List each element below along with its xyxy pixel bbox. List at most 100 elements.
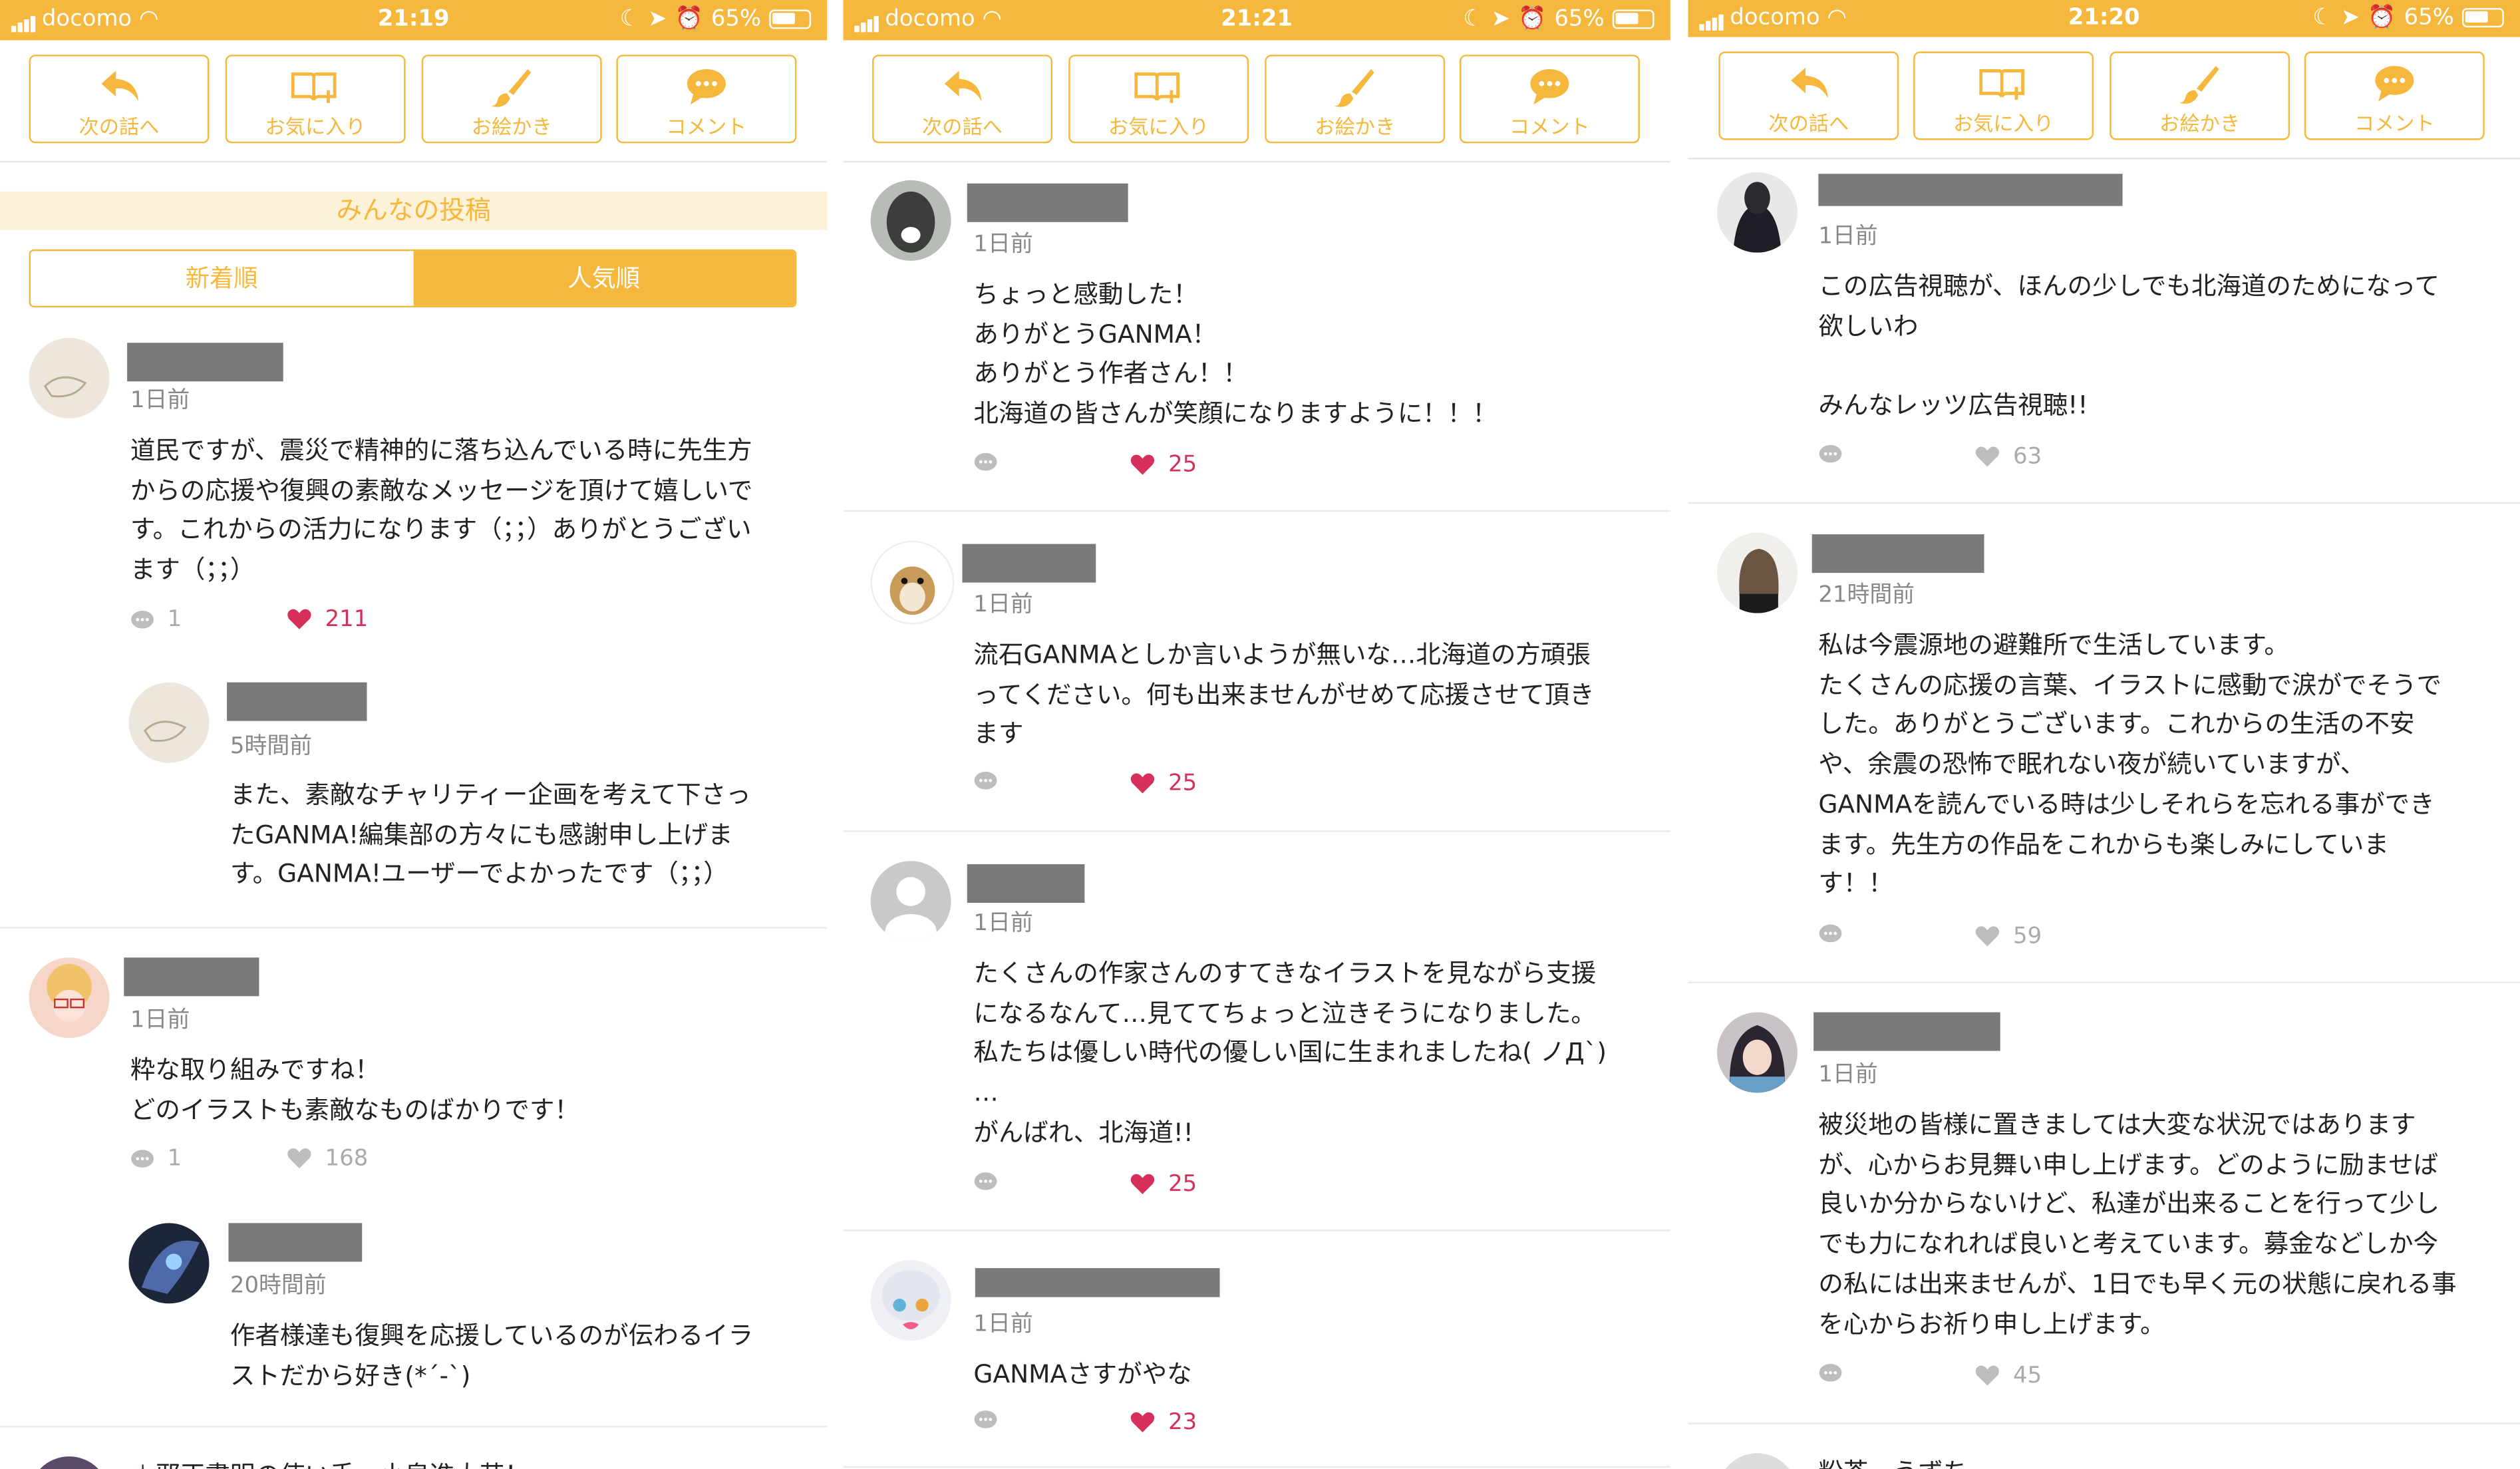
like-button[interactable]: 59: [1974, 923, 2042, 949]
battery-icon: [2461, 8, 2504, 28]
divider: [1688, 502, 2520, 504]
comment-text: 流石GANMAとしか言いようが無いな…北海道の方頑張 ってください。何も出来ませ…: [973, 640, 1595, 749]
like-button[interactable]: 63: [1974, 444, 2042, 470]
reply-button[interactable]: [973, 452, 997, 473]
reply-count[interactable]: 1: [130, 607, 182, 633]
heart-icon: [287, 609, 311, 629]
avatar[interactable]: [870, 180, 951, 261]
moon-icon: ☾: [619, 6, 641, 33]
like-button[interactable]: 45: [1974, 1363, 2042, 1389]
reply-button[interactable]: [1818, 444, 1842, 465]
avatar[interactable]: [29, 1456, 110, 1469]
comment-text: この広告視聴が、ほんの少しでも北海道のためになって 欲しいわ みんなレッツ広告視…: [1818, 271, 2440, 420]
avatar[interactable]: [870, 540, 955, 625]
timestamp: 1日前: [130, 1007, 190, 1033]
default-avatar-icon[interactable]: [870, 861, 951, 942]
timestamp: 1日前: [973, 1311, 1033, 1338]
status-bar: docomo ◠ 21:19 ☾ ➤ ⏰ 65%: [0, 0, 828, 41]
favorite-button[interactable]: お気に入り: [1913, 51, 2094, 140]
battery-percent: 65%: [1554, 6, 1605, 33]
comment-text: 粋な取り組みですね！ どのイラストも素敵なものばかりです！: [130, 1055, 579, 1125]
comment-text: 道民ですが、震災で精神的に落ち込んでいる時に先生方 からの応援や復興の素敵なメッ…: [130, 436, 753, 585]
reply-button[interactable]: [973, 1172, 997, 1192]
heart-icon: [1130, 1412, 1155, 1432]
avatar[interactable]: [29, 957, 110, 1039]
username-redacted: [967, 183, 1128, 222]
section-title: みんなの投稿: [0, 191, 828, 230]
avatar[interactable]: [29, 337, 110, 418]
next-episode-button[interactable]: 次の話へ: [1718, 51, 1899, 140]
like-button[interactable]: 25: [1130, 1172, 1197, 1198]
comment-button[interactable]: コメント: [2304, 51, 2485, 140]
screen-1: docomo ◠ 21:19 ☾ ➤ ⏰ 65% 次の話へ お気に入り お絵かき コメ…: [0, 0, 828, 1469]
tab-popular[interactable]: 人気順: [412, 251, 795, 306]
speech-bubble-icon: [2306, 63, 2483, 104]
like-button[interactable]: 23: [1130, 1410, 1197, 1436]
avatar[interactable]: [870, 1259, 951, 1341]
status-right: ☾ ➤ ⏰ 65%: [619, 6, 812, 33]
favorite-button[interactable]: お気に入り: [225, 55, 406, 144]
draw-button[interactable]: お絵かき: [2110, 51, 2290, 140]
location-icon: ➤: [2340, 5, 2360, 31]
draw-button[interactable]: お絵かき: [421, 55, 602, 144]
avatar[interactable]: [128, 1223, 210, 1304]
battery-icon: [769, 9, 812, 29]
heart-icon: [1975, 1365, 1999, 1386]
heart-icon: [1975, 926, 1999, 947]
status-bar: docomo ◠ 21:20 ☾ ➤ ⏰ 65%: [1688, 0, 2520, 37]
like-button[interactable]: 211: [287, 607, 368, 633]
username-redacted: [1818, 174, 2123, 206]
avatar[interactable]: [1716, 172, 1798, 253]
divider: [843, 830, 1670, 832]
reply-button[interactable]: [973, 1410, 997, 1430]
reply-button[interactable]: [1818, 1363, 1842, 1384]
timestamp: 1日前: [973, 911, 1033, 937]
alarm-icon: ⏰: [1518, 6, 1547, 33]
reply-bubble-icon: [1819, 924, 1842, 943]
like-button[interactable]: 25: [1130, 452, 1197, 478]
screen-3: docomo ◠ 21:20 ☾ ➤ ⏰ 65% 次の話へ お気に入り お絵かき コメ…: [1688, 0, 2520, 1469]
comment-text: 被災地の皆様に置きましては大変な状況ではあります が、心からお見舞い申し上げます…: [1818, 1110, 2457, 1339]
comment-button[interactable]: コメント: [1459, 55, 1640, 144]
like-button[interactable]: 25: [1130, 771, 1197, 796]
divider: [1688, 981, 2520, 983]
next-episode-button[interactable]: 次の話へ: [29, 55, 210, 144]
tab-newest[interactable]: 新着順: [30, 251, 413, 306]
reply-bubble-icon: [974, 1172, 997, 1190]
brush-icon: [423, 66, 600, 108]
avatar[interactable]: [1716, 1453, 1798, 1469]
reply-count[interactable]: 1: [130, 1146, 182, 1172]
brush-icon: [1267, 66, 1444, 108]
divider: [1688, 1422, 2520, 1424]
avatar[interactable]: [128, 682, 210, 763]
username-redacted: [1813, 1012, 2000, 1051]
book-plus-icon: [1070, 66, 1247, 108]
reply-bubble-icon: [974, 771, 997, 790]
username-redacted: [127, 343, 283, 382]
reply-button[interactable]: [973, 771, 997, 792]
username-redacted: [124, 957, 259, 997]
book-plus-icon: [1915, 63, 2092, 104]
reply-text: 作者様達も復興を応援しているのが伝わるイラ ストだから好き(*´-`): [230, 1321, 754, 1390]
draw-button[interactable]: お絵かき: [1265, 55, 1446, 144]
heart-icon: [1130, 454, 1155, 475]
back-arrow-icon: [1720, 63, 1897, 104]
book-plus-icon: [227, 66, 404, 108]
reply-bubble-icon: [1819, 1364, 1842, 1382]
comment-preview-partial: ＊邪正書明の使い手 小泉進太芸！: [130, 1456, 530, 1469]
timestamp: 1日前: [973, 592, 1033, 618]
avatar[interactable]: [1716, 532, 1798, 613]
next-episode-button[interactable]: 次の話へ: [872, 55, 1052, 144]
timestamp: 1日前: [1818, 224, 1878, 249]
comment-button[interactable]: コメント: [616, 55, 797, 144]
like-button[interactable]: 168: [287, 1146, 368, 1172]
back-arrow-icon: [31, 66, 208, 108]
timestamp: 20時間前: [230, 1273, 327, 1299]
avatar[interactable]: [1716, 1012, 1798, 1093]
username-redacted: [1811, 534, 1984, 573]
favorite-button[interactable]: お気に入り: [1068, 55, 1249, 144]
comment-text: GANMAさすがやな: [973, 1359, 1192, 1389]
divider: [843, 1466, 1670, 1468]
reply-button[interactable]: [1818, 923, 1842, 944]
screen-2: docomo ◠ 21:21 ☾ ➤ ⏰ 65% 次の話へ お気に入り お絵かき コメ…: [843, 0, 1670, 1469]
